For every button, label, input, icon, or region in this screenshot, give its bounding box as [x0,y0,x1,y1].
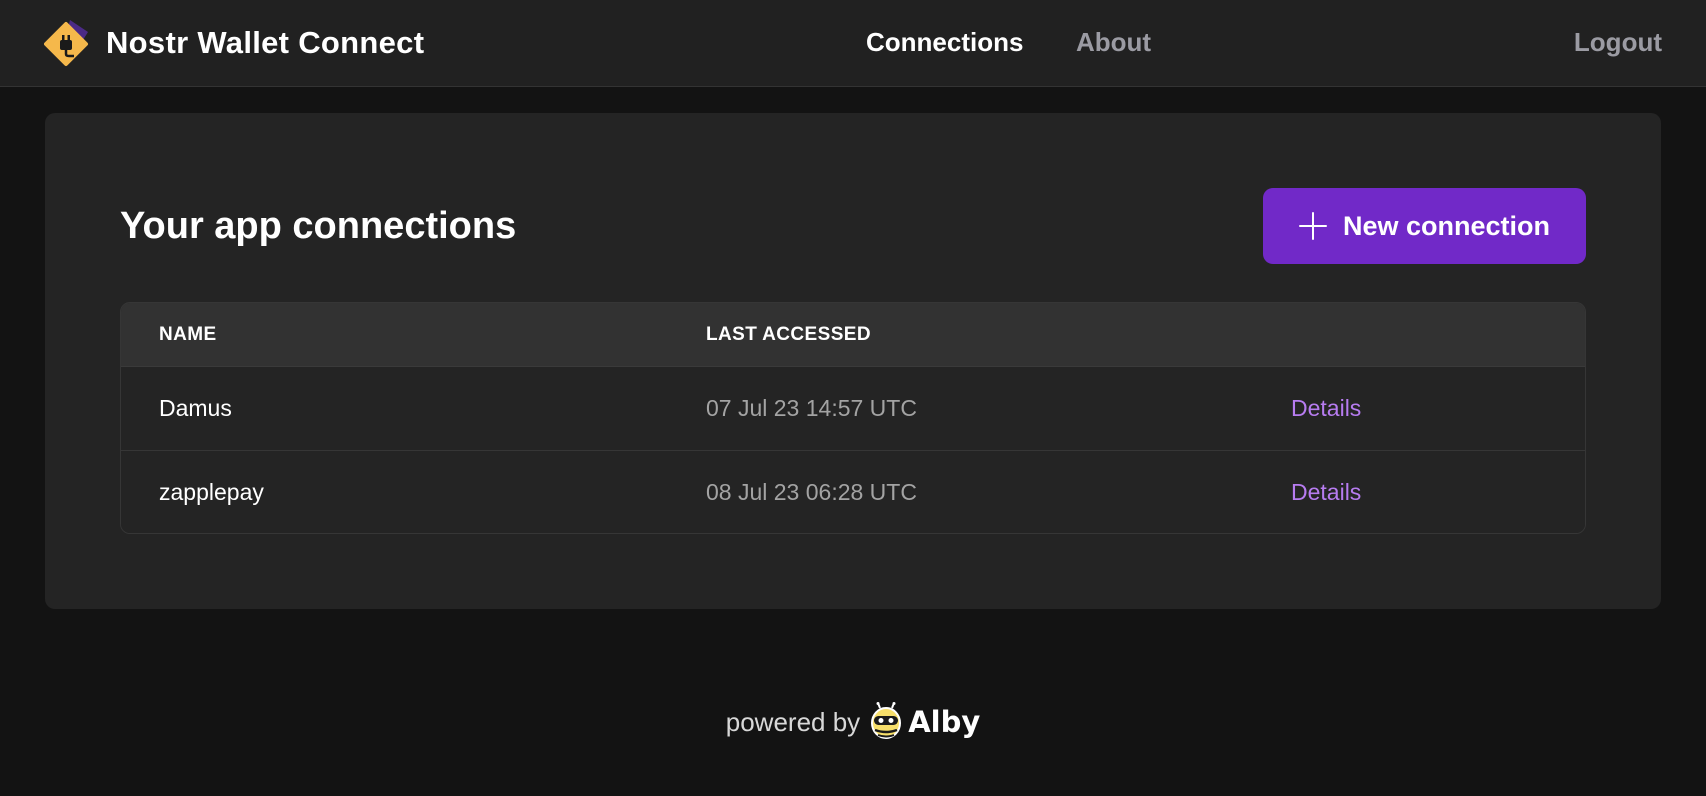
new-connection-label: New connection [1342,210,1551,241]
details-link[interactable]: Details [1291,395,1361,421]
alby-bee-icon [869,702,903,742]
table-row: Damus 07 Jul 23 14:57 UTC Details [121,367,1585,450]
connections-table: NAME LAST ACCESSED Damus 07 Jul 23 14:57… [120,302,1586,534]
column-header-last-accessed: LAST ACCESSED [706,323,871,345]
footer: powered by Alby [0,700,1706,744]
table-row: zapplepay 08 Jul 23 06:28 UTC Details [121,450,1585,533]
connection-name: Damus [159,395,232,421]
nav-about: About [1076,22,1151,62]
alby-brand-name: Alby [908,705,981,739]
powered-by-text: powered by [725,706,861,737]
plus-icon [1298,212,1327,240]
nav-logout: Logout [1574,22,1662,62]
top-navigation-bar: Nostr Wallet Connect Connections About L… [0,0,1706,87]
connection-name: zapplepay [159,478,264,505]
details-link[interactable]: Details [1291,479,1361,505]
column-header-name: NAME [159,323,217,345]
new-connection-button[interactable]: New connection [1263,188,1586,264]
page-title: Your app connections [120,205,517,247]
nav-link-about[interactable]: About [1076,27,1151,58]
last-accessed: 07 Jul 23 14:57 UTC [706,395,917,421]
table-header: NAME LAST ACCESSED [121,303,1585,367]
nav-link-connections[interactable]: Connections [866,27,1023,58]
wallet-plug-icon [44,18,96,68]
last-accessed: 08 Jul 23 06:28 UTC [706,478,917,505]
logout-link[interactable]: Logout [1574,27,1662,58]
nav-connections: Connections [866,22,1023,62]
brand-home-link[interactable]: Nostr Wallet Connect [44,18,424,68]
connections-card: Your app connections New connection NAME… [45,113,1661,609]
app-name: Nostr Wallet Connect [106,25,425,60]
